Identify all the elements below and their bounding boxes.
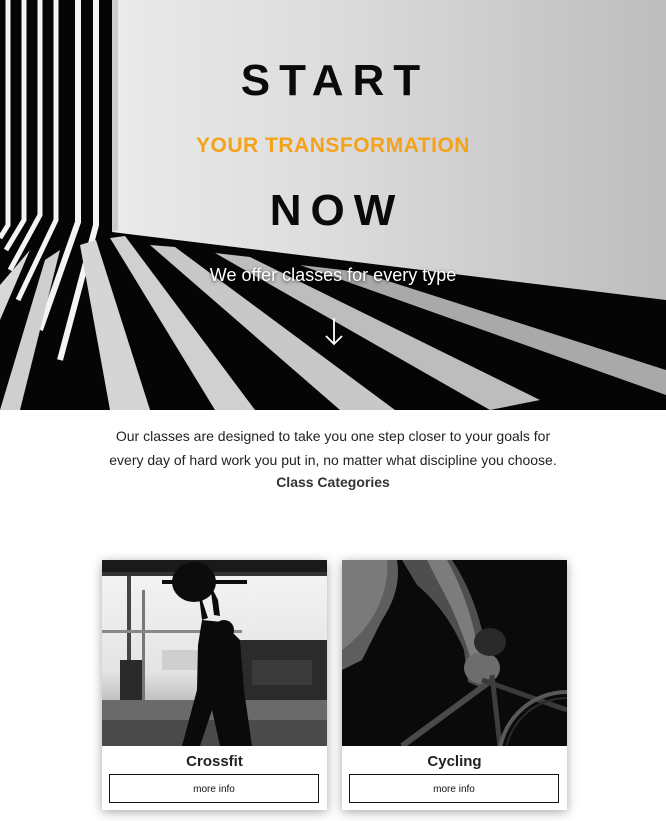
crossfit-more-info-button[interactable]: more info (109, 774, 319, 803)
hero-banner: START YOUR TRANSFORMATION NOW We offer c… (0, 0, 666, 410)
cycling-image (342, 560, 567, 746)
intro-line-2: every day of hard work you put in, no ma… (109, 451, 557, 468)
intro-text: Our classes are designed to take you one… (0, 425, 666, 472)
hero-title-now: NOW (269, 186, 405, 235)
hero-subtitle: YOUR TRANSFORMATION (196, 134, 470, 157)
intro-line-1: Our classes are designed to take you one… (115, 428, 551, 444)
class-card-crossfit[interactable]: Crossfit more info (102, 560, 327, 810)
class-categories-heading: Class Categories (276, 474, 390, 490)
card-title-crossfit: Crossfit (186, 753, 243, 770)
arrow-down-icon[interactable] (322, 316, 346, 348)
card-title-cycling: Cycling (427, 753, 482, 770)
class-card-cycling[interactable]: Cycling more info (342, 560, 567, 810)
cycling-more-info-button[interactable]: more info (349, 774, 559, 803)
hero-tagline: We offer classes for every type (209, 265, 457, 285)
crossfit-image (102, 560, 327, 746)
hero-title-start: START (240, 56, 430, 105)
